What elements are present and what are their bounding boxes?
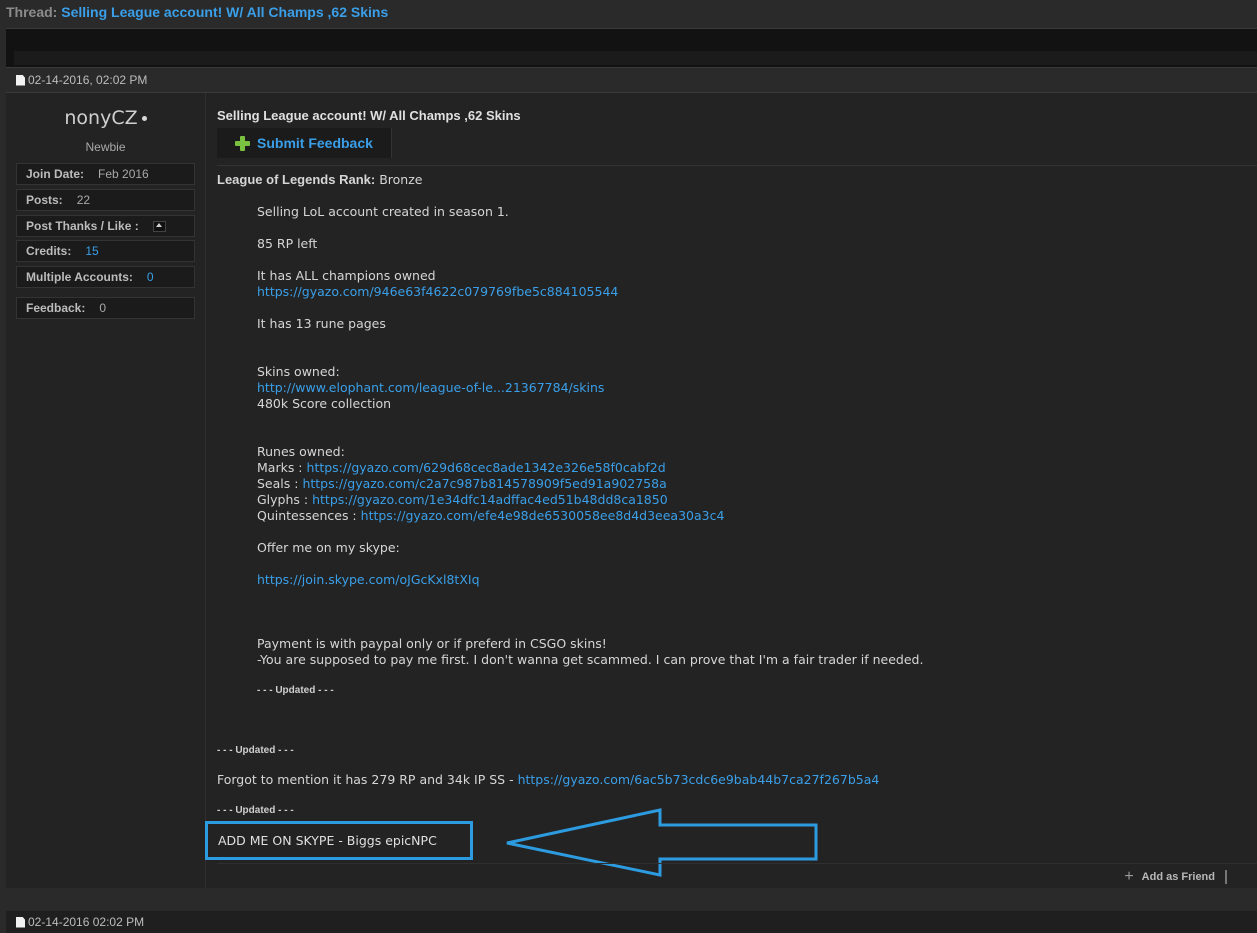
stat-value-link[interactable]: 15 xyxy=(85,244,98,258)
rank-line: League of Legends Rank: Bronze xyxy=(217,172,422,188)
rank-label: League of Legends Rank: xyxy=(217,172,376,187)
forgot-line: Forgot to mention it has 279 RP and 34k … xyxy=(217,772,879,788)
stat-key: Credits: xyxy=(26,244,72,258)
updated-marker: - - - Updated - - - xyxy=(217,745,294,756)
stat-key: Join Date: xyxy=(26,167,85,181)
text-line: It has 13 rune pages xyxy=(257,316,386,331)
champions-link[interactable]: https://gyazo.com/946e63f4622c079769fbe5… xyxy=(257,284,618,300)
updated-marker: - - - Updated - - - xyxy=(217,805,294,816)
rank-value: Bronze xyxy=(379,172,423,187)
post-title: Selling League account! W/ All Champs ,6… xyxy=(217,108,521,123)
divider xyxy=(217,165,1257,166)
stat-key: Post Thanks / Like : xyxy=(26,219,139,233)
add-as-friend-link[interactable]: Add as Friend xyxy=(1142,871,1215,883)
stat-credits: Credits: 15 xyxy=(16,240,195,262)
stat-value-link[interactable]: 0 xyxy=(147,270,154,284)
document-icon xyxy=(16,916,25,928)
text-line: Runes owned: xyxy=(257,444,345,459)
submit-feedback-button[interactable]: Submit Feedback xyxy=(217,128,392,158)
updated-marker: - - - Updated - - - xyxy=(257,685,334,696)
username[interactable]: nonyCZ xyxy=(6,107,205,129)
quintessences-link[interactable]: https://gyazo.com/efe4e98de6530058ee8d4d… xyxy=(361,508,725,523)
stat-key: Multiple Accounts: xyxy=(26,270,133,284)
text-line: Offer me on my skype: xyxy=(257,540,400,555)
submit-feedback-label: Submit Feedback xyxy=(257,135,373,151)
post-date: 02-14-2016, 02:02 PM xyxy=(28,73,148,87)
marks-line: Marks : https://gyazo.com/629d68cec8ade1… xyxy=(257,460,666,476)
toolbar-inner xyxy=(14,51,1257,65)
stat-multiple-accounts: Multiple Accounts: 0 xyxy=(16,266,195,288)
seals-link[interactable]: https://gyazo.com/c2a7c987b814578909f5ed… xyxy=(302,476,666,491)
thread-label: Thread: xyxy=(6,4,58,20)
user-title: Newbie xyxy=(85,140,126,154)
seals-label: Seals : xyxy=(257,476,299,491)
thread-title-link[interactable]: Selling League account! W/ All Champs ,6… xyxy=(61,4,388,20)
text-line: -You are supposed to pay me first. I don… xyxy=(257,652,924,667)
skype-callout-box: ADD ME ON SKYPE - Biggs epicNPC xyxy=(205,821,473,860)
thread-title: Thread: Selling League account! W/ All C… xyxy=(6,4,388,20)
skype-callout-text: ADD ME ON SKYPE - Biggs epicNPC xyxy=(218,833,437,848)
online-status-icon xyxy=(141,116,147,121)
add-friend-icon[interactable]: + xyxy=(1124,868,1133,886)
stat-posts: Posts: 22 xyxy=(16,189,195,211)
forgot-link[interactable]: https://gyazo.com/6ac5b73cdc6e9bab44b7ca… xyxy=(518,772,880,787)
stat-value: Feb 2016 xyxy=(98,167,149,181)
post: nonyCZ Newbie Join Date: Feb 2016 Posts:… xyxy=(6,92,1257,888)
marks-link[interactable]: https://gyazo.com/629d68cec8ade1342e326e… xyxy=(307,460,666,475)
text-line: It has ALL champions owned xyxy=(257,268,436,283)
text-line: 480k Score collection xyxy=(257,396,392,411)
user-info-panel: nonyCZ Newbie Join Date: Feb 2016 Posts:… xyxy=(6,93,206,888)
stat-value: 0 xyxy=(99,301,107,315)
forgot-text: Forgot to mention it has 279 RP and 34k … xyxy=(217,772,518,787)
post-body: Selling League account! W/ All Champs ,6… xyxy=(205,93,1257,890)
post-footer: + Add as Friend xyxy=(217,863,1257,890)
username-text[interactable]: nonyCZ xyxy=(64,107,137,129)
stat-key: Feedback: xyxy=(26,301,86,315)
stat-join-date: Join Date: Feb 2016 xyxy=(16,163,195,185)
expand-up-icon[interactable] xyxy=(152,220,166,232)
document-icon xyxy=(16,74,25,86)
seals-line: Seals : https://gyazo.com/c2a7c987b81457… xyxy=(257,476,667,492)
thread-toolbar xyxy=(6,28,1257,68)
marks-label: Marks : xyxy=(257,460,303,475)
glyphs-line: Glyphs : https://gyazo.com/1e34dfc14adff… xyxy=(257,492,668,508)
stat-feedback: Feedback: 0 xyxy=(16,297,195,319)
stat-post-thanks: Post Thanks / Like : xyxy=(16,215,195,237)
quintessences-label: Quintessences : xyxy=(257,508,357,523)
quintessences-line: Quintessences : https://gyazo.com/efe4e9… xyxy=(257,508,724,524)
text-line: 85 RP left xyxy=(257,236,318,251)
text-line: Payment is with paypal only or if prefer… xyxy=(257,636,607,651)
plus-icon xyxy=(235,135,250,151)
divider xyxy=(1225,870,1227,884)
stat-value: 22 xyxy=(76,193,91,207)
post-date: 02-14-2016 02:02 PM xyxy=(28,915,145,929)
text-line: Skins owned: xyxy=(257,364,340,379)
skype-join-link[interactable]: https://join.skype.com/oJGcKxl8tXIq xyxy=(257,572,480,588)
post-date-header: 02-14-2016, 02:02 PM xyxy=(6,69,1257,91)
glyphs-link[interactable]: https://gyazo.com/1e34dfc14adffac4ed51b4… xyxy=(312,492,668,507)
glyphs-label: Glyphs : xyxy=(257,492,309,507)
skins-link[interactable]: http://www.elophant.com/league-of-le...2… xyxy=(257,380,604,396)
stat-key: Posts: xyxy=(26,193,63,207)
text-line: Selling LoL account created in season 1. xyxy=(257,204,509,219)
